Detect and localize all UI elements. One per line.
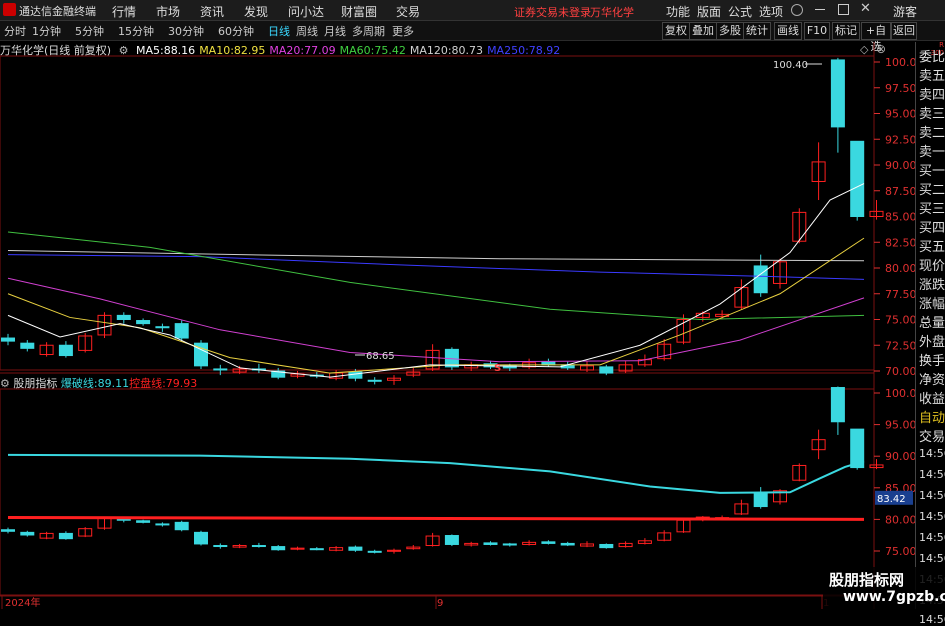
sub-candle-body [174, 521, 189, 531]
y-tick-label: 85.00 [885, 211, 917, 224]
sub-candle-body [541, 541, 556, 544]
sub-y-tick-label: 80.00 [885, 513, 917, 526]
quote-panel-item[interactable]: 买二 [919, 179, 945, 198]
candle-body [1, 337, 15, 342]
sub-candle-body [136, 520, 151, 523]
candle-body [58, 344, 73, 357]
watermark-text: 股朋指标网 [829, 571, 905, 589]
sub-y-tick-label: 95.00 [885, 419, 917, 432]
sub-y-tick-label: 75.00 [885, 545, 917, 558]
control-line [7, 516, 865, 521]
candle-body [753, 265, 768, 294]
quote-panel-item[interactable]: 总量 [919, 312, 945, 331]
quote-panel-item[interactable]: 外盘 [919, 331, 945, 350]
candle-body [599, 366, 614, 374]
quote-panel-item[interactable]: 14:56 [919, 552, 945, 565]
sub-candle-body [1, 529, 15, 532]
quote-panel-item[interactable]: 净资 [919, 369, 945, 388]
high-price-label: 100.40 [773, 60, 808, 71]
y-tick-label: 82.50 [885, 236, 917, 249]
y-tick-label: 72.50 [885, 339, 917, 352]
signal-marker: S [494, 363, 501, 374]
x-tick-label: 2024年 [5, 596, 40, 609]
sub-candle-body [155, 523, 170, 526]
y-tick-label: 90.00 [885, 159, 917, 172]
y-tick-label: 95.00 [885, 108, 917, 121]
candle-body [348, 371, 363, 379]
y-tick-label: 70.00 [885, 365, 917, 378]
sub-candle-body [502, 543, 517, 546]
quote-panel-item[interactable]: 卖二 [919, 122, 945, 141]
quote-panel-item[interactable]: 14:56 [919, 613, 945, 626]
x-tick-label: 9 [437, 598, 443, 609]
y-tick-label: 92.50 [885, 133, 917, 146]
quote-panel-item[interactable]: 现价 [919, 255, 945, 274]
sub-candle-body [213, 545, 228, 548]
ma20-line [7, 277, 865, 363]
y-tick-label: 77.50 [885, 288, 917, 301]
quote-panel-item[interactable]: 14:56 [919, 510, 945, 523]
sub-candle-body [309, 548, 324, 551]
sub-candle-body [271, 546, 286, 551]
quote-panel: R 300 委比 卖五 卖四 卖三 卖二 卖一 买一 买二 买三 买四 买五 现价 涨跌 涨幅 总量 外盘 换手 净资… [915, 41, 945, 626]
watermark-url: www.7gpzb.com [843, 589, 945, 605]
candle-body [850, 140, 865, 217]
quote-panel-item[interactable]: 买一 [919, 160, 945, 179]
quote-panel-item[interactable]: 换手 [919, 350, 945, 369]
quote-panel-item[interactable]: 卖三 [919, 103, 945, 122]
y-tick-label: 75.00 [885, 314, 917, 327]
y-tick-label: 80.00 [885, 262, 917, 275]
quote-panel-item[interactable]: 收益 [919, 388, 945, 407]
sub-y-tick-label: 100.0 [885, 387, 917, 400]
quote-panel-item[interactable]: 涨幅 [919, 293, 945, 312]
candle-body [155, 326, 170, 329]
sub-candle-body [348, 546, 363, 551]
candle-body [136, 320, 151, 325]
quote-panel-item[interactable]: 卖一 [919, 141, 945, 160]
sub-candle-body [367, 550, 382, 553]
candle-body [367, 379, 382, 382]
quote-panel-item[interactable]: 卖四 [919, 84, 945, 103]
quote-panel-item[interactable]: 涨跌 [919, 274, 945, 293]
candle-body [213, 368, 228, 371]
ma5-line [7, 183, 865, 378]
quote-panel-item[interactable]: 14:56 [919, 468, 945, 481]
candle-body [116, 314, 131, 321]
y-tick-label: 87.50 [885, 185, 917, 198]
burst-line [7, 453, 865, 494]
candle-body [174, 323, 189, 339]
quote-panel-item[interactable]: 买三 [919, 198, 945, 217]
quote-panel-item[interactable]: 14:56 [919, 489, 945, 502]
sub-candle-body [58, 532, 73, 540]
y-tick-label: 97.50 [885, 82, 917, 95]
chart-canvas[interactable]: 100.0 97.50 95.00 92.50 90.00 87.50 85.00 82.50… [0, 0, 945, 609]
sub-candle-body [444, 535, 459, 545]
low-price-label: 68.65 [366, 351, 395, 362]
sub-candle-body [20, 531, 35, 536]
sub-candle-body [251, 545, 266, 548]
current-value-label: 83.42 [877, 494, 906, 505]
quote-panel-item[interactable]: 自动 [919, 407, 945, 426]
sub-candle-body [194, 531, 208, 545]
y-tick-label: 100.0 [885, 56, 917, 69]
candle-body [20, 342, 35, 349]
ma250-line [7, 254, 865, 280]
quote-panel-item[interactable]: 交易 [919, 426, 945, 445]
sub-candle-body [483, 542, 498, 545]
sub-candle-body [830, 387, 845, 423]
sub-candle-body [560, 542, 575, 546]
sub-y-tick-label: 90.00 [885, 450, 917, 463]
quote-panel-item[interactable]: 14:56 [919, 531, 945, 544]
sub-candle-body [599, 543, 614, 549]
candle-body [830, 59, 845, 128]
quote-panel-item[interactable]: 14:56 [919, 447, 945, 460]
quote-panel-item[interactable]: 买五 [919, 236, 945, 255]
ma10-line [7, 237, 865, 374]
quote-panel-item[interactable]: 买四 [919, 217, 945, 236]
sub-candle-body [753, 492, 768, 508]
quote-panel-item[interactable]: 委比 [919, 46, 945, 65]
main-chart-frame [0, 55, 875, 371]
quote-panel-item[interactable]: 卖五 [919, 65, 945, 84]
